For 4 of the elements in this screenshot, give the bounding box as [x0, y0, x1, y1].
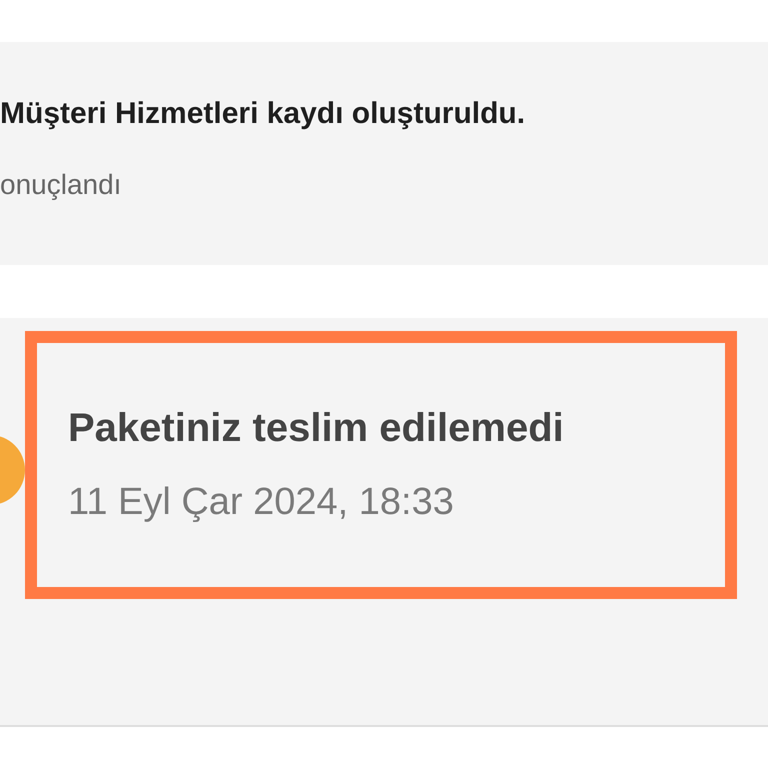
event-title: Paketiniz teslim edilemedi: [68, 406, 565, 451]
event-title: Müşteri Hizmetleri kaydı oluşturuldu.: [0, 96, 526, 130]
event-subtitle: onuçlandı: [0, 168, 122, 200]
event-subtitle: 11 Eyl Çar 2024, 18:33: [68, 481, 455, 524]
